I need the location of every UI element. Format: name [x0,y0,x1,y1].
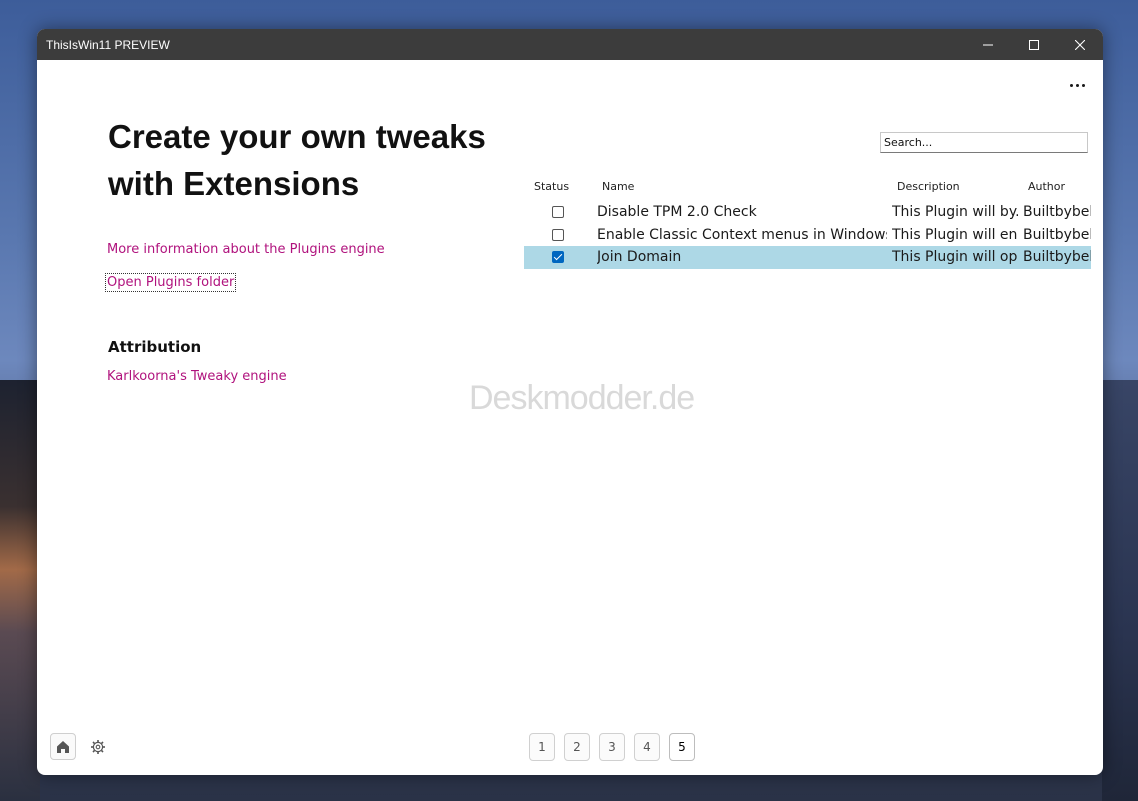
more-options-button[interactable] [1065,75,1089,95]
plugin-author: Builtbybel [1023,249,1091,265]
attribution-heading: Attribution [108,338,202,356]
plugin-name: Disable TPM 2.0 Check [597,204,757,220]
plugin-author: Builtbybel [1023,204,1091,220]
desktop-wallpaper-left [0,380,40,801]
plugin-description: This Plugin will en... [892,227,1018,243]
status-checkbox[interactable] [552,229,564,241]
title-bar[interactable]: ThisIsWin11 PREVIEW [37,29,1103,60]
watermark: Deskmodder.de [469,379,695,417]
plugin-author: Builtbybel [1023,227,1091,243]
window-title: ThisIsWin11 PREVIEW [46,38,170,52]
home-icon [57,740,69,753]
page-title: Create your own tweaks with Extensions [108,118,486,202]
column-header-name[interactable]: Name [602,180,634,193]
page-button-1[interactable]: 1 [529,733,555,761]
plugin-description: This Plugin will by... [892,204,1018,220]
more-icon [1069,83,1073,87]
maximize-button[interactable] [1011,29,1057,60]
page-button-2[interactable]: 2 [564,733,590,761]
column-header-status[interactable]: Status [534,180,569,193]
column-header-description[interactable]: Description [897,180,960,193]
page-button-5[interactable]: 5 [669,733,695,761]
table-row[interactable]: Disable TPM 2.0 Check This Plugin will b… [524,201,1091,224]
column-header-author[interactable]: Author [1028,180,1065,193]
settings-button[interactable] [89,738,107,756]
desktop-wallpaper-right [1102,380,1138,801]
page-button-3[interactable]: 3 [599,733,625,761]
status-checkbox[interactable] [552,206,564,218]
home-button[interactable] [50,733,76,760]
close-button[interactable] [1057,29,1103,60]
plugins-info-link[interactable]: More information about the Plugins engin… [107,242,385,257]
plugin-name: Enable Classic Context menus in Windows … [597,227,887,243]
plugin-name: Join Domain [597,249,682,265]
close-icon [1075,39,1085,50]
maximize-icon [1029,39,1039,50]
page-button-4[interactable]: 4 [634,733,660,761]
tweaky-engine-link[interactable]: Karlkoorna's Tweaky engine [107,369,287,384]
minimize-button[interactable] [965,29,1011,60]
plugin-description: This Plugin will op... [892,249,1018,265]
app-window: ThisIsWin11 PREVIEW Create your own twea… [37,29,1103,775]
table-row-selected[interactable]: Join Domain This Plugin will op... Built… [524,246,1091,269]
gear-icon [91,740,105,754]
open-plugins-folder-link[interactable]: Open Plugins folder [105,273,237,292]
search-input[interactable] [880,132,1088,153]
status-checkbox[interactable] [552,251,564,263]
table-row[interactable]: Enable Classic Context menus in Windows … [524,224,1091,247]
minimize-icon [983,44,993,45]
